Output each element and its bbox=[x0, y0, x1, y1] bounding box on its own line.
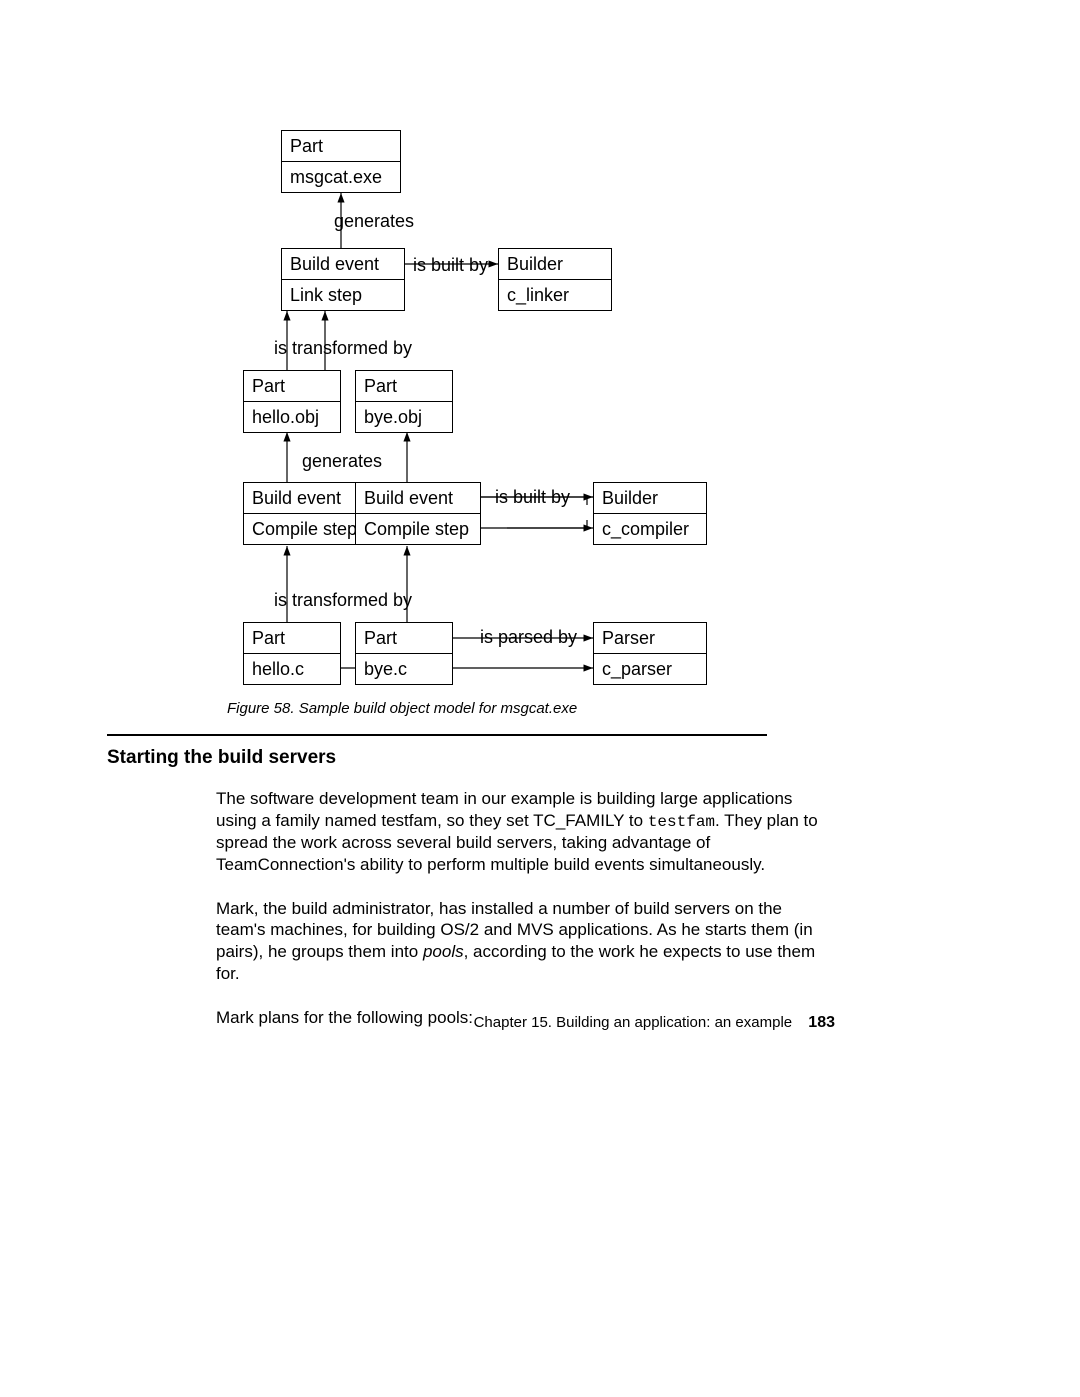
document-page: { "diagram": { "nodes": { "part_msgcat":… bbox=[0, 0, 1080, 1397]
node-type: Builder bbox=[499, 249, 611, 279]
page-number: 183 bbox=[808, 1014, 835, 1031]
node-value: bye.c bbox=[356, 653, 452, 684]
label-transformed-2: is transformed by bbox=[274, 590, 412, 611]
node-value: c_compiler bbox=[594, 513, 706, 544]
node-link-step: Build event Link step bbox=[281, 248, 405, 311]
label-is-built-by-2: is built by bbox=[495, 487, 570, 508]
section-heading: Starting the build servers bbox=[107, 747, 336, 769]
node-type: Build event bbox=[282, 249, 404, 279]
node-type: Builder bbox=[594, 483, 706, 513]
build-object-model-diagram: Part msgcat.exe generates Build event Li… bbox=[0, 0, 1080, 750]
node-value: hello.obj bbox=[244, 401, 340, 432]
node-compile-hello: Build event Compile step bbox=[243, 482, 369, 545]
node-value: Compile step bbox=[356, 513, 480, 544]
node-part-bye-obj: Part bye.obj bbox=[355, 370, 453, 433]
node-parser: Parser c_parser bbox=[593, 622, 707, 685]
node-type: Part bbox=[356, 623, 452, 653]
node-type: Part bbox=[244, 623, 340, 653]
node-type: Part bbox=[282, 131, 400, 161]
node-value: c_parser bbox=[594, 653, 706, 684]
p1-code: testfam bbox=[648, 813, 715, 831]
node-value: Compile step bbox=[244, 513, 368, 544]
label-generates-2: generates bbox=[302, 451, 382, 472]
node-part-hello-c: Part hello.c bbox=[243, 622, 341, 685]
node-type: Build event bbox=[244, 483, 368, 513]
body-text: The software development team in our exa… bbox=[216, 788, 836, 1050]
node-value: hello.c bbox=[244, 653, 340, 684]
node-type: Parser bbox=[594, 623, 706, 653]
node-type: Build event bbox=[356, 483, 480, 513]
label-is-parsed-by: is parsed by bbox=[480, 627, 577, 648]
node-type: Part bbox=[356, 371, 452, 401]
node-builder-compiler: Builder c_compiler bbox=[593, 482, 707, 545]
node-part-hello-obj: Part hello.obj bbox=[243, 370, 341, 433]
footer-chapter: Chapter 15. Building an application: an … bbox=[474, 1014, 793, 1031]
label-transformed-1: is transformed by bbox=[274, 338, 412, 359]
label-generates-1: generates bbox=[334, 211, 414, 232]
section-rule bbox=[107, 734, 767, 736]
label-is-built-by-1: is built by bbox=[413, 255, 488, 276]
paragraph-1: The software development team in our exa… bbox=[216, 788, 836, 876]
figure-caption: Figure 58. Sample build object model for… bbox=[227, 700, 577, 717]
node-value: c_linker bbox=[499, 279, 611, 310]
node-value: Link step bbox=[282, 279, 404, 310]
page-footer: Chapter 15. Building an application: an … bbox=[474, 1014, 835, 1032]
node-part-msgcat: Part msgcat.exe bbox=[281, 130, 401, 193]
node-type: Part bbox=[244, 371, 340, 401]
paragraph-2: Mark, the build administrator, has insta… bbox=[216, 898, 836, 985]
node-builder-linker: Builder c_linker bbox=[498, 248, 612, 311]
node-compile-bye: Build event Compile step bbox=[355, 482, 481, 545]
p2-italic: pools bbox=[423, 942, 464, 961]
node-value: msgcat.exe bbox=[282, 161, 400, 192]
node-part-bye-c: Part bye.c bbox=[355, 622, 453, 685]
node-value: bye.obj bbox=[356, 401, 452, 432]
